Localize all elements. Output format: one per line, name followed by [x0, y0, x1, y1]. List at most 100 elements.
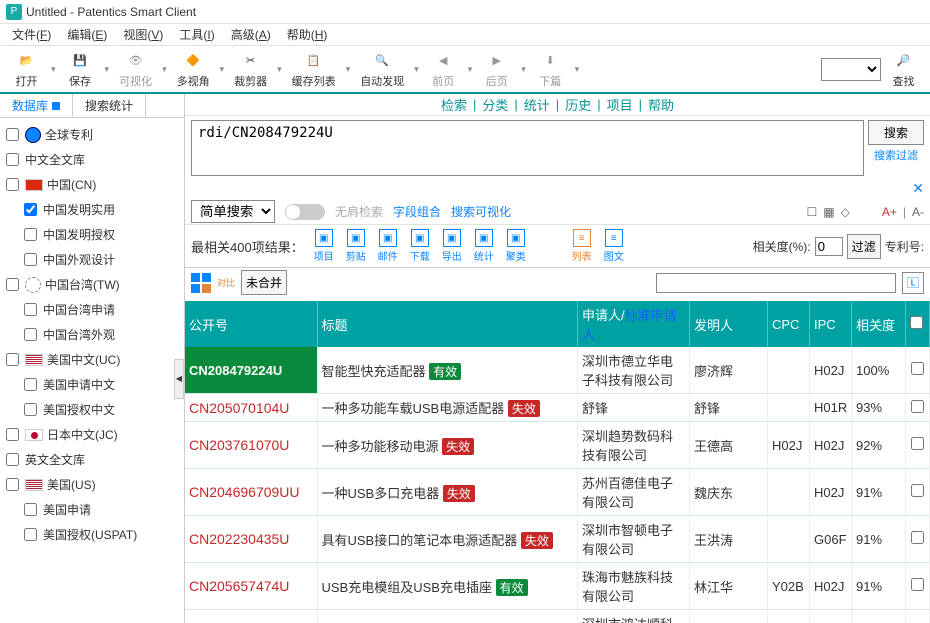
tree-checkbox[interactable] — [24, 328, 37, 341]
table-row[interactable]: CN205657474UUSB充电模组及USB充电插座 有效珠海市魅族科技有限公… — [185, 563, 930, 610]
tool-icon[interactable]: ◇ — [841, 205, 850, 219]
row-checkbox[interactable] — [911, 484, 924, 497]
toolbar-drop-icon[interactable]: ▾ — [466, 64, 475, 75]
toolbar-drop-icon[interactable]: ▾ — [103, 64, 112, 75]
search-viz-link[interactable]: 搜索可视化 — [451, 203, 511, 220]
toolbar-drop-icon[interactable]: ▾ — [344, 64, 353, 75]
tree-checkbox[interactable] — [24, 403, 37, 416]
nav-link[interactable]: 项目 — [607, 95, 633, 114]
toolbar-select[interactable] — [821, 58, 881, 81]
publication-number[interactable]: CN202230435U — [189, 531, 289, 547]
tree-item[interactable]: 美国授权中文 — [0, 397, 184, 422]
field-combo-link[interactable]: 字段组合 — [393, 203, 441, 220]
tree-checkbox[interactable] — [24, 503, 37, 516]
search-mode-select[interactable]: 简单搜索 — [191, 200, 275, 223]
row-checkbox[interactable] — [911, 578, 924, 591]
unmerge-button[interactable]: 未合并 — [241, 270, 287, 295]
toolbar-drop-icon[interactable]: ▾ — [573, 64, 582, 75]
column-header[interactable]: CPC — [768, 301, 810, 347]
table-row[interactable]: CN204497800U一种双USB接口智能适配器 失效深圳市鸿达顺科技开发有限… — [185, 610, 930, 623]
tree-item[interactable]: 中国台湾外观 — [0, 322, 184, 347]
toolbar-cache-button[interactable]: 📋缓存列表 — [284, 47, 344, 91]
table-row[interactable]: CN204696709UU一种USB多口充电器 失效苏州百德佳电子有限公司魏庆东… — [185, 469, 930, 516]
tree-checkbox[interactable] — [6, 278, 19, 291]
tree-checkbox[interactable] — [6, 453, 19, 466]
tree-checkbox[interactable] — [6, 478, 19, 491]
result-tool-button[interactable]: ▣下载 — [404, 229, 436, 263]
search-input[interactable]: rdi/CN208479224U — [191, 120, 864, 176]
tree-item[interactable]: 中国发明实用 — [0, 197, 184, 222]
tree-item[interactable]: 中国台湾申请 — [0, 297, 184, 322]
column-header[interactable]: 相关度 — [852, 301, 906, 347]
row-checkbox[interactable] — [911, 437, 924, 450]
font-plus-icon[interactable]: A+ — [882, 205, 897, 219]
database-tree[interactable]: 全球专利中文全文库中国(CN)中国发明实用中国发明授权中国外观设计中国台湾(TW… — [0, 118, 184, 623]
font-minus-icon[interactable]: A- — [912, 205, 924, 219]
left-tab[interactable]: 搜索统计 — [73, 94, 146, 117]
tree-checkbox[interactable] — [24, 228, 37, 241]
tree-checkbox[interactable] — [6, 153, 19, 166]
tree-item[interactable]: 中国外观设计 — [0, 247, 184, 272]
nav-link[interactable]: 历史 — [565, 95, 591, 114]
publication-number[interactable]: CN205657474U — [189, 578, 289, 594]
tile-view-icon[interactable] — [191, 273, 211, 293]
menu-i[interactable]: 工具(I) — [171, 24, 222, 45]
toolbar-search-button[interactable]: 🔎查找 — [881, 47, 926, 91]
tree-item[interactable]: 美国中文(UC) — [0, 347, 184, 372]
nav-link[interactable]: 帮助 — [648, 95, 674, 114]
column-header[interactable]: 申请人/标准申请人 — [578, 301, 690, 347]
tree-item[interactable]: 美国(US) — [0, 472, 184, 497]
toolbar-drop-icon[interactable]: ▾ — [412, 64, 421, 75]
table-row[interactable]: CN202230435U具有USB接口的笔记本电源适配器 失效深圳市智顿电子有限… — [185, 516, 930, 563]
view-button[interactable]: ≡列表 — [566, 229, 598, 263]
menu-a[interactable]: 高级(A) — [223, 24, 279, 45]
search-button[interactable]: 搜索 — [868, 120, 924, 145]
table-row[interactable]: CN208479224U智能型快充适配器 有效深圳市德立华电子科技有限公司廖济辉… — [185, 347, 930, 394]
result-tool-button[interactable]: ▣项目 — [308, 229, 340, 263]
toolbar-drop-icon[interactable]: ▾ — [519, 64, 528, 75]
patent-no-input[interactable] — [656, 273, 896, 293]
select-all-checkbox[interactable] — [910, 316, 923, 329]
toolbar-crop-button[interactable]: ✂裁剪器 — [226, 47, 275, 91]
row-checkbox[interactable] — [911, 362, 924, 375]
tree-item[interactable]: 中国台湾(TW) — [0, 272, 184, 297]
table-row[interactable]: CN205070104U一种多功能车载USB电源适配器 失效舒锋舒锋H01R93… — [185, 394, 930, 422]
menu-v[interactable]: 视图(V) — [115, 24, 171, 45]
locate-button-icon[interactable]: 🄻 — [902, 272, 924, 294]
clear-search-icon[interactable]: ✕ — [912, 180, 924, 197]
nav-link[interactable]: 统计 — [524, 95, 550, 114]
tree-checkbox[interactable] — [24, 378, 37, 391]
toolbar-multi-button[interactable]: 🔶多视角 — [169, 47, 218, 91]
publication-number[interactable]: CN205070104U — [189, 400, 289, 416]
column-header[interactable] — [906, 301, 930, 347]
tree-checkbox[interactable] — [24, 203, 37, 216]
table-row[interactable]: CN203761070U一种多功能移动电源 失效深圳趋势数码科技有限公司王德高H… — [185, 422, 930, 469]
toolbar-save-button[interactable]: 💾保存 — [58, 47, 103, 91]
toolbar-drop-icon[interactable]: ▾ — [160, 64, 169, 75]
tree-item[interactable]: 全球专利 — [0, 122, 184, 147]
tree-item[interactable]: 中文全文库 — [0, 147, 184, 172]
collapse-handle-icon[interactable]: ◀ — [174, 359, 184, 399]
tree-item[interactable]: 中国(CN) — [0, 172, 184, 197]
menu-f[interactable]: 文件(F) — [4, 24, 59, 45]
row-checkbox[interactable] — [911, 531, 924, 544]
publication-number[interactable]: CN204696709UU — [189, 484, 300, 500]
filter-button[interactable]: 过滤 — [847, 234, 881, 259]
toolbar-drop-icon[interactable]: ▾ — [49, 64, 58, 75]
left-tab[interactable]: 数据库 — [0, 94, 73, 117]
toolbar-auto-button[interactable]: 🔍自动发现 — [352, 47, 412, 91]
column-header[interactable]: 公开号 — [185, 301, 317, 347]
tree-item[interactable]: 日本中文(JC) — [0, 422, 184, 447]
tool-icon[interactable]: ☐ — [807, 205, 818, 219]
result-tool-button[interactable]: ▣剪贴 — [340, 229, 372, 263]
tree-checkbox[interactable] — [6, 178, 19, 191]
tree-item[interactable]: 中国发明授权 — [0, 222, 184, 247]
result-tool-button[interactable]: ▣聚类 — [500, 229, 532, 263]
column-header[interactable]: IPC — [810, 301, 852, 347]
tool-icon[interactable]: ▦ — [823, 205, 834, 219]
menu-h[interactable]: 帮助(H) — [279, 24, 336, 45]
tree-checkbox[interactable] — [6, 353, 19, 366]
tree-checkbox[interactable] — [24, 303, 37, 316]
tree-checkbox[interactable] — [6, 128, 19, 141]
tree-item[interactable]: 美国申请中文 — [0, 372, 184, 397]
